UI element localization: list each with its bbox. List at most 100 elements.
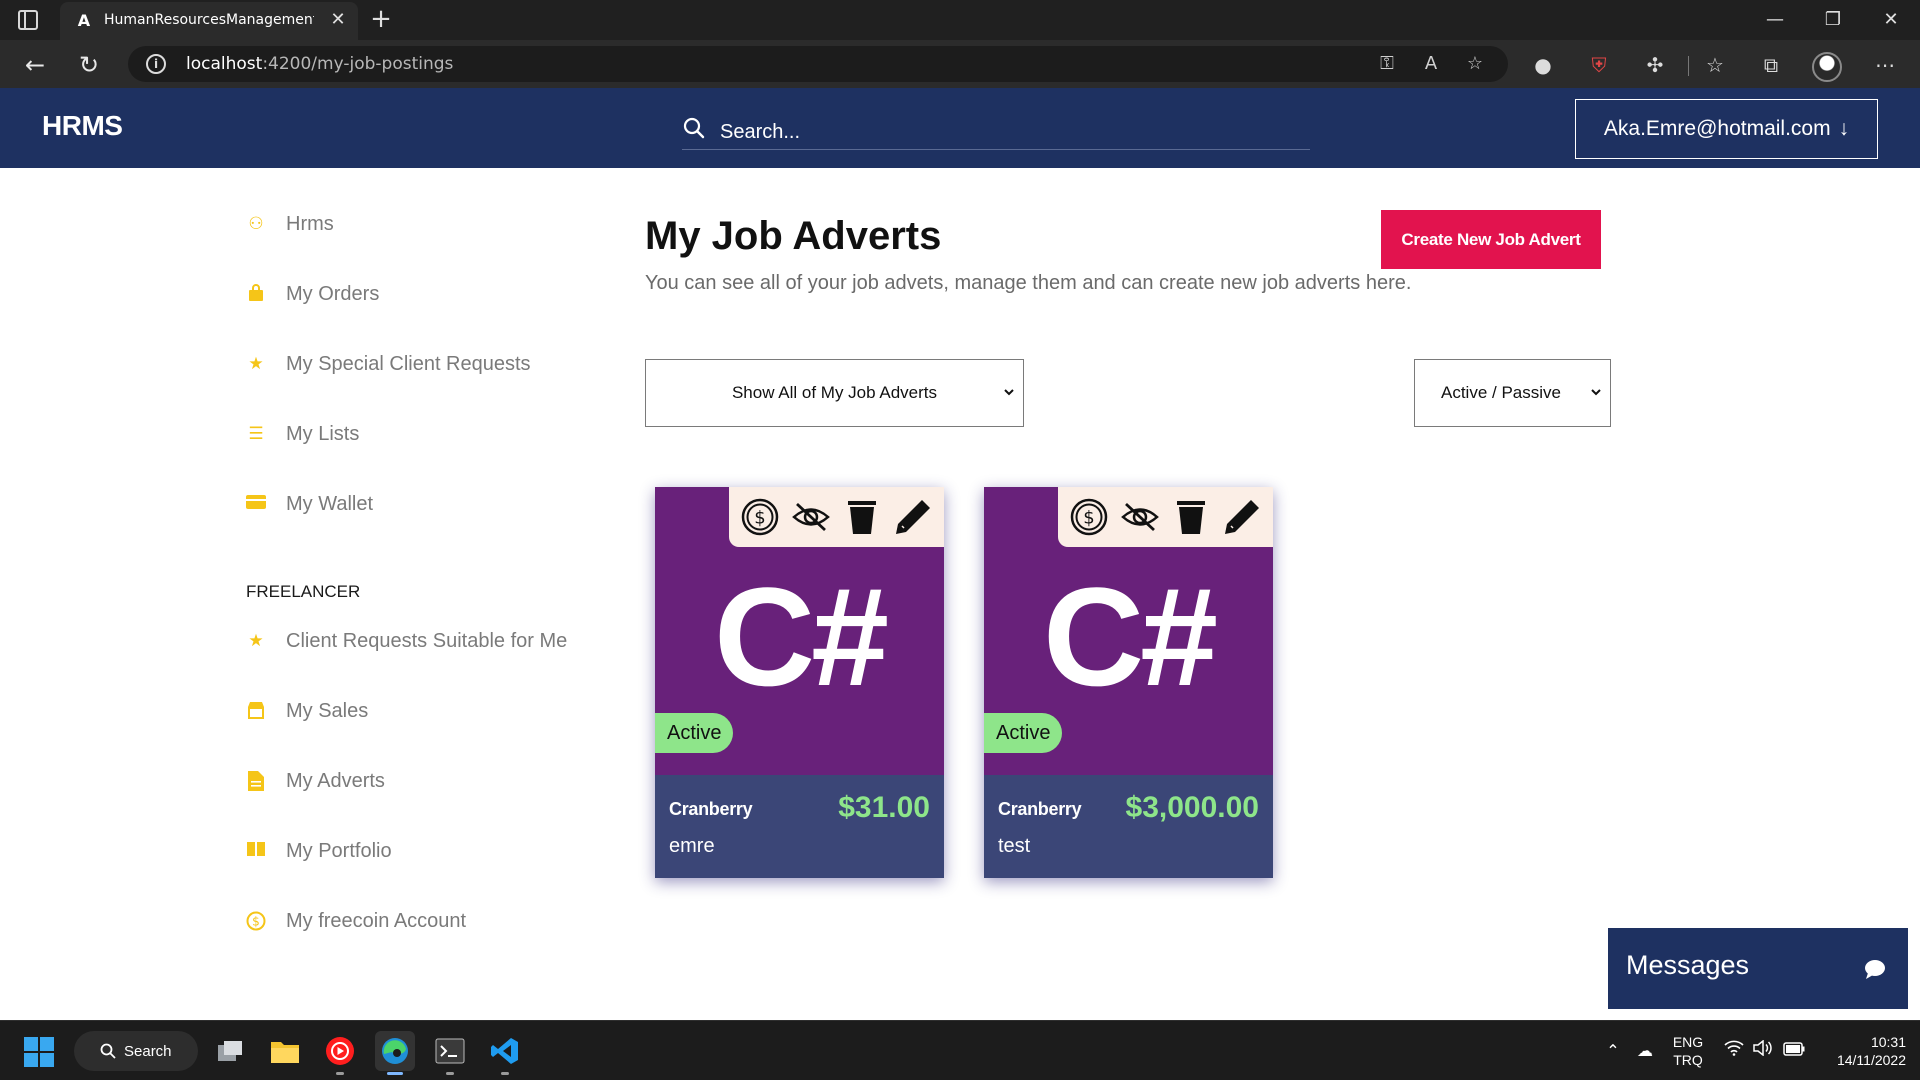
taskbar-search[interactable]: Search xyxy=(74,1031,198,1071)
sidebar-item-my-sales[interactable]: My Sales xyxy=(246,691,616,731)
toolbar-divider xyxy=(1688,56,1689,76)
extensions-puzzle-icon[interactable]: ✣ xyxy=(1640,50,1670,80)
svg-text:$: $ xyxy=(252,915,260,929)
minimize-button[interactable]: — xyxy=(1750,4,1800,36)
shopping-bag-icon xyxy=(246,284,266,304)
card-actions: $ xyxy=(1058,487,1273,547)
user-account-button[interactable]: Aka.Emre@hotmail.com ↓ xyxy=(1575,99,1878,159)
browser-tab-bar: A HumanResourcesManagementSy ✕ + — ❐ ✕ xyxy=(0,0,1920,40)
sidebar-item-label: My freecoin Account xyxy=(286,909,467,932)
star-icon: ★ xyxy=(248,354,264,374)
sidebar-item-my-lists[interactable]: ☰ My Lists xyxy=(246,414,616,454)
chevron-up-icon[interactable]: ⌃ xyxy=(1601,1039,1625,1063)
create-job-advert-button[interactable]: Create New Job Advert xyxy=(1381,210,1601,269)
status-filter-value: Active / Passive xyxy=(1441,383,1561,402)
sidebar-item-label: My Adverts xyxy=(286,769,385,792)
browser-tab[interactable]: A HumanResourcesManagementSy ✕ xyxy=(60,2,358,40)
arrow-down-icon: ↓ xyxy=(1838,117,1850,140)
sidebar-item-my-adverts[interactable]: My Adverts xyxy=(246,761,616,801)
youtube-music-icon[interactable] xyxy=(320,1031,360,1075)
chevron-down-icon xyxy=(1591,389,1601,396)
book-icon xyxy=(246,841,266,861)
back-button[interactable]: ← xyxy=(18,48,52,82)
file-icon xyxy=(246,771,266,791)
sidebar-item-hrms[interactable]: ⚇ Hrms xyxy=(246,204,616,244)
card-footer: Cranberry $3,000.00 test xyxy=(984,775,1273,878)
favorites-icon[interactable]: ☆ xyxy=(1700,50,1730,80)
terminal-icon[interactable] xyxy=(430,1031,470,1075)
trash-icon[interactable] xyxy=(1170,496,1212,538)
job-advert-card[interactable]: C# $ Active Cranberry $31.00 emre xyxy=(655,487,944,878)
advert-filter-select[interactable]: Show All of My Job Adverts xyxy=(645,359,1024,427)
messages-widget[interactable]: Messages xyxy=(1608,928,1908,1009)
search-input[interactable] xyxy=(720,118,1300,146)
sidebar-item-freecoin[interactable]: $ My freecoin Account xyxy=(246,901,616,941)
url-field[interactable]: i localhost:4200/my-job-postings ⚿ A ☆ xyxy=(128,46,1508,82)
messages-label: Messages xyxy=(1626,950,1750,980)
profile-avatar[interactable] xyxy=(1812,52,1842,82)
more-menu-icon[interactable]: ⋯ xyxy=(1870,50,1900,80)
extension-icon[interactable]: ● xyxy=(1528,50,1558,80)
card-user: test xyxy=(998,835,1031,857)
volume-icon[interactable] xyxy=(1751,1039,1775,1063)
sidebar-item-my-portfolio[interactable]: My Portfolio xyxy=(246,831,616,871)
sidebar-item-label: My Lists xyxy=(286,422,360,445)
advert-filter-value: Show All of My Job Adverts xyxy=(731,383,938,402)
sidebar-item-my-wallet[interactable]: My Wallet xyxy=(246,484,616,524)
tab-close-icon[interactable]: ✕ xyxy=(326,8,350,32)
chat-bubble-icon xyxy=(1865,960,1885,979)
new-tab-button[interactable]: + xyxy=(366,4,396,34)
job-advert-card[interactable]: C# $ Active Cranberry $3,000.00 test xyxy=(984,487,1273,878)
status-badge: Active xyxy=(655,713,734,753)
running-indicator xyxy=(387,1072,403,1075)
key-icon[interactable]: ⚿ xyxy=(1374,51,1400,77)
favorite-add-icon[interactable]: ☆ xyxy=(1462,51,1488,77)
tab-title: HumanResourcesManagementSy xyxy=(104,12,314,28)
restore-button[interactable]: ❐ xyxy=(1808,4,1858,36)
card-image: C# $ Active xyxy=(655,487,944,775)
edge-browser-icon[interactable] xyxy=(375,1031,415,1075)
collections-icon[interactable]: ⧉ xyxy=(1756,50,1786,80)
tab-actions-icon[interactable] xyxy=(18,10,38,30)
eye-slash-icon[interactable] xyxy=(1119,496,1161,538)
app-header: HRMS Aka.Emre@hotmail.com ↓ xyxy=(0,88,1920,168)
wifi-icon[interactable] xyxy=(1722,1039,1746,1063)
search-bar xyxy=(682,114,1310,150)
sidebar-item-my-orders[interactable]: My Orders xyxy=(246,274,616,314)
file-explorer-icon[interactable] xyxy=(265,1031,305,1071)
running-indicator xyxy=(501,1072,509,1075)
sidebar-item-client-requests[interactable]: ★ Client Requests Suitable for Me xyxy=(246,621,616,661)
pencil-edit-icon[interactable] xyxy=(892,496,934,538)
site-info-icon[interactable]: i xyxy=(146,54,166,74)
onedrive-cloud-icon[interactable]: ☁ xyxy=(1633,1039,1657,1063)
trash-icon[interactable] xyxy=(841,496,883,538)
close-window-button[interactable]: ✕ xyxy=(1866,4,1916,36)
card-price: $31.00 xyxy=(838,791,930,824)
battery-icon[interactable] xyxy=(1782,1039,1806,1063)
input-language[interactable]: ENG TRQ xyxy=(1668,1033,1708,1069)
refresh-button[interactable]: ↻ xyxy=(72,48,106,82)
dollar-coin-icon[interactable]: $ xyxy=(739,496,781,538)
page-title: My Job Adverts xyxy=(645,214,942,258)
coin-icon: $ xyxy=(246,911,266,931)
task-view-icon[interactable] xyxy=(210,1031,250,1071)
keyboard-layout: TRQ xyxy=(1673,1052,1703,1068)
dollar-coin-icon[interactable]: $ xyxy=(1068,496,1110,538)
clock[interactable]: 10:31 14/11/2022 xyxy=(1810,1033,1906,1069)
card-image: C# $ Active xyxy=(984,487,1273,775)
windows-start-icon[interactable] xyxy=(24,1037,54,1067)
card-actions: $ xyxy=(729,487,944,547)
status-filter-select[interactable]: Active / Passive xyxy=(1414,359,1611,427)
sidebar-item-special-requests[interactable]: ★ My Special Client Requests xyxy=(246,344,616,384)
status-badge: Active xyxy=(984,713,1063,753)
sidebar-section-heading: FREELANCER xyxy=(246,582,361,601)
vscode-icon[interactable] xyxy=(485,1031,525,1075)
sidebar-item-label: My Sales xyxy=(286,699,369,722)
windows-taskbar: Search ⌃ ☁ ENG TRQ 10:31 14/11/2022 xyxy=(0,1020,1920,1080)
shield-extension-icon[interactable]: ⛨ xyxy=(1584,50,1614,80)
brand-logo[interactable]: HRMS xyxy=(42,110,123,142)
eye-slash-icon[interactable] xyxy=(790,496,832,538)
pencil-edit-icon[interactable] xyxy=(1221,496,1263,538)
read-aloud-icon[interactable]: A xyxy=(1418,51,1444,77)
csharp-logo: C# xyxy=(714,558,889,715)
